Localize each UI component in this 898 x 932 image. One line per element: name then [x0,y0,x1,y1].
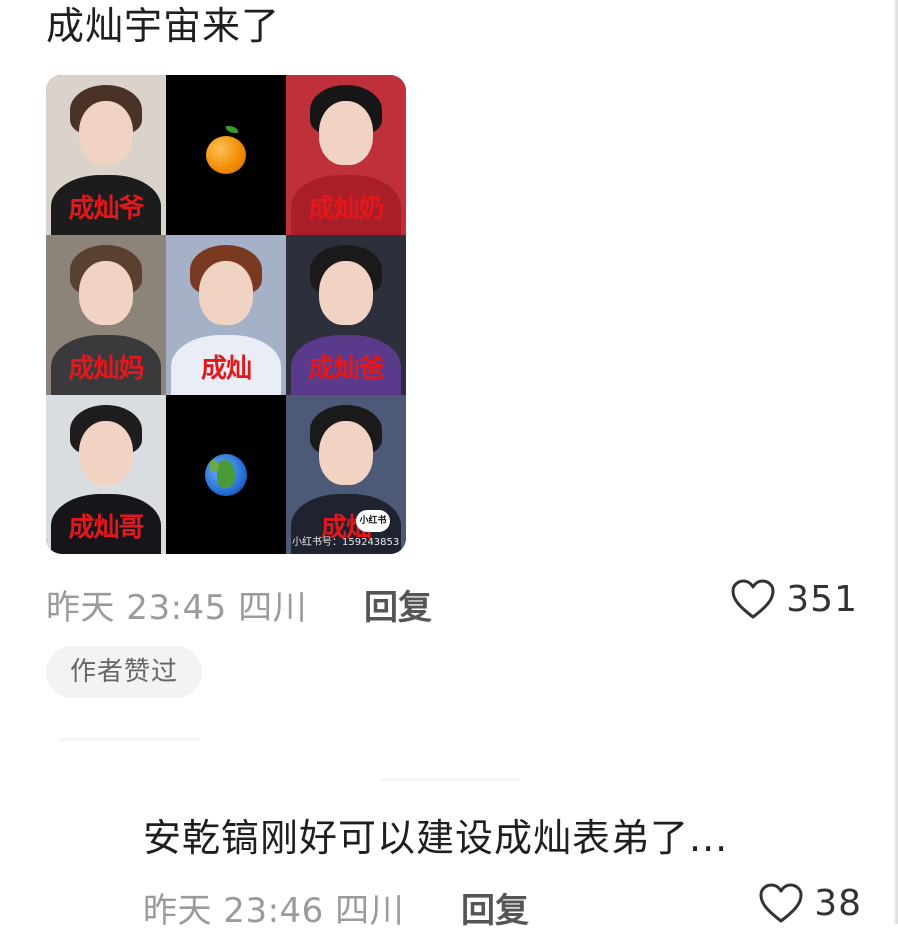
photo-caption: 成灿爸 [308,354,384,384]
watermark-text: 小红书号：159243853 [292,537,400,548]
person-face [319,101,373,165]
photo-cell: 成灿妈 [46,235,166,395]
divider [380,778,520,781]
person-face [79,421,133,485]
reply-button[interactable]: 回复 [461,883,529,932]
like-button[interactable]: 38 [758,882,862,924]
photo-cell: 成灿哥 [46,395,166,554]
person-face [79,101,133,165]
photo-caption: 成灿妈 [68,354,144,384]
divider [60,738,200,741]
photo-cell: 成灿奶 [286,75,406,235]
person-face [319,421,373,485]
photo-cell: 成灿爷 [46,75,166,235]
reply-button[interactable]: 回复 [364,580,432,629]
photo-caption: 成灿奶 [308,194,384,224]
like-count: 38 [814,882,862,924]
like-count: 351 [786,578,858,620]
photo-caption: 成灿爷 [68,194,144,224]
comment-image[interactable]: 成灿爷 成灿奶 成灿妈 成灿 成灿爸 成灿哥 成灿 小红书号：159243853 小红书 [46,75,406,554]
orange-emoji [206,126,246,174]
heart-icon [731,579,775,619]
comment-meta: 昨天 23:45 四川 [46,588,308,628]
photo-caption: 成灿 [200,354,252,384]
emoji-cell [166,75,286,235]
photo-cell: 成灿 [166,235,286,395]
photo-cell: 成灿 小红书号：159243853 小红书 [286,395,406,554]
comment-meta: 昨天 23:46 四川 [143,891,405,931]
person-face [199,261,253,325]
scrollbar-edge [894,0,898,924]
photo-cell: 成灿爸 [286,235,406,395]
reply-comment-text: 安乾镐刚好可以建设成灿表弟了... [143,816,729,860]
heart-icon [759,883,803,923]
earth-emoji [205,453,247,496]
emoji-cell [166,395,286,554]
author-liked-badge: 作者赞过 [46,646,202,698]
person-face [319,261,373,325]
person-face [79,261,133,325]
comment-text: 成灿宇宙来了 [46,4,281,48]
photo-caption: 成灿哥 [68,513,144,543]
like-button[interactable]: 351 [730,578,858,620]
watermark-badge: 小红书 [356,510,390,532]
